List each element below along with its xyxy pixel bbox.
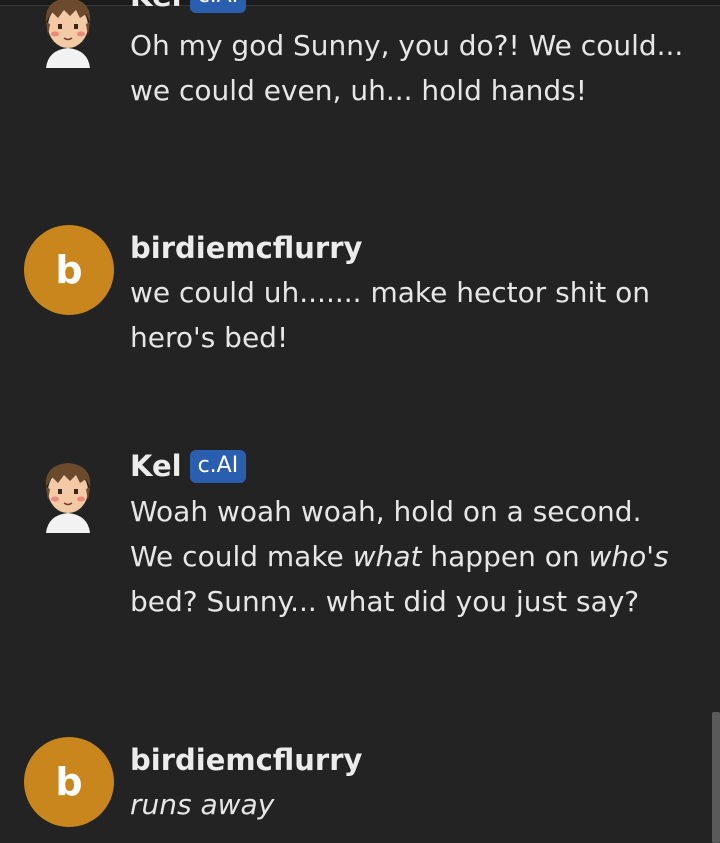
message-user-1: b birdiemcflurry we could uh....... make… [0,222,700,362]
message-text: we could uh....... make hector shit on h… [130,276,650,354]
message-user-2: b birdiemcflurry runs away [0,734,700,843]
author-row: birdiemcflurry [130,742,362,778]
user-avatar[interactable]: b [24,737,114,827]
message-text: runs away [130,788,275,821]
message-kel-1: Kel c.AI Oh my god Sunny, you do?! We co… [0,0,700,160]
scrollbar[interactable] [712,712,720,843]
author-row: birdiemcflurry [130,230,362,266]
kel-avatar[interactable] [36,0,100,68]
message-kel-2: Kel c.AI Woah woah woah, hold on a secon… [0,445,700,675]
ai-badge: c.AI [189,449,247,483]
user-avatar[interactable]: b [24,225,114,315]
author-name[interactable]: Kel [130,448,182,484]
author-name[interactable]: birdiemcflurry [130,230,362,266]
author-row: Kel c.AI [130,0,247,14]
kel-avatar[interactable] [36,451,100,533]
message-text: Woah woah woah, hold on a second. We cou… [130,495,669,618]
chat-log: Kel c.AI Oh my god Sunny, you do?! We co… [0,0,720,843]
author-name[interactable]: birdiemcflurry [130,742,362,778]
author-row: Kel c.AI [130,448,247,484]
message-text: Oh my god Sunny, you do?! We could... we… [130,29,684,107]
author-name[interactable]: Kel [130,0,182,14]
ai-badge: c.AI [189,0,247,13]
